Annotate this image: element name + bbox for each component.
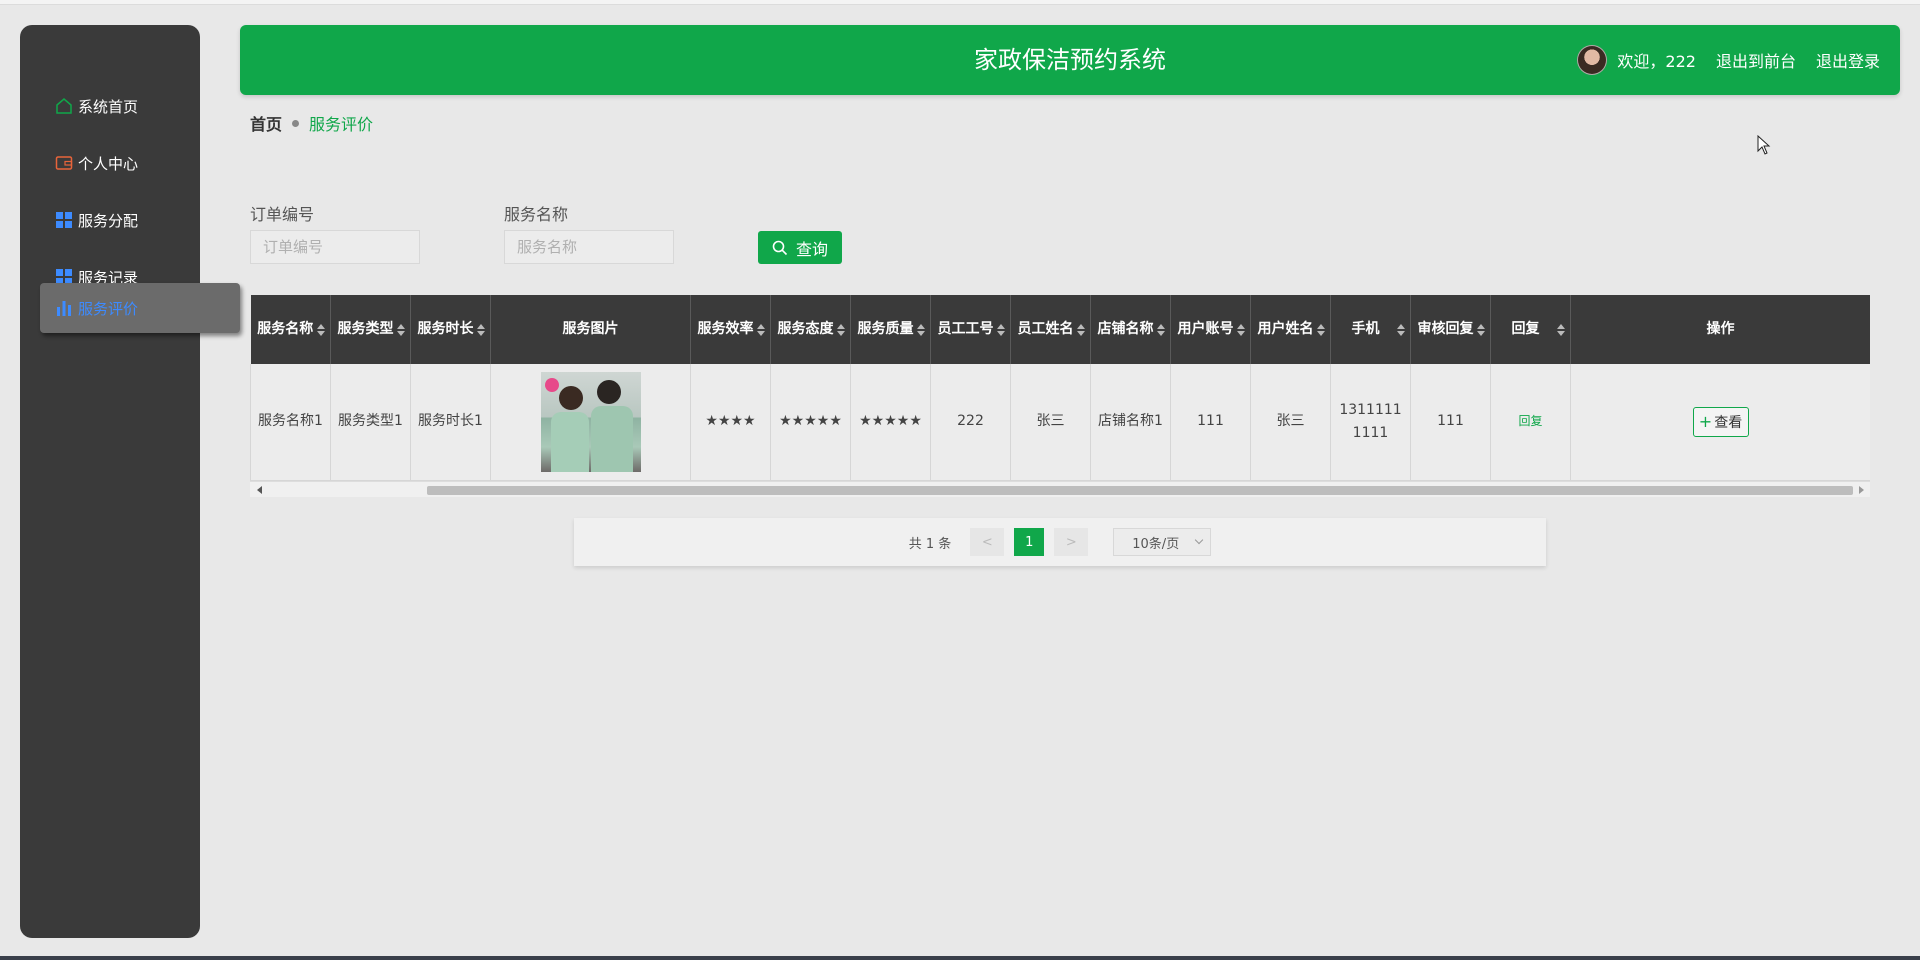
cell-service-image	[490, 364, 691, 481]
mouse-cursor-icon	[1757, 135, 1771, 155]
column-header[interactable]: 店铺名称	[1090, 295, 1171, 364]
service-photo[interactable]	[540, 371, 641, 472]
next-page-button[interactable]: >	[1054, 528, 1089, 556]
plus-icon: +	[1698, 412, 1713, 432]
column-header[interactable]: 用户姓名	[1250, 295, 1331, 364]
page-number-button[interactable]: 1	[1014, 528, 1045, 556]
breadcrumb-current: 服务评价	[309, 115, 374, 134]
window-bottom-border	[0, 956, 1920, 960]
bar-chart-icon	[54, 298, 74, 318]
sort-icon	[1557, 323, 1565, 336]
breadcrumb-separator	[292, 119, 300, 127]
chevron-down-icon	[1195, 535, 1204, 545]
sidebar-item-label: 服务分配	[78, 211, 139, 230]
column-header[interactable]: 服务效率	[690, 295, 771, 364]
sort-icon	[1237, 323, 1245, 336]
cell-user-name: 张三	[1250, 364, 1331, 481]
sort-icon	[1157, 323, 1165, 336]
breadcrumb: 首页 服务评价	[250, 111, 373, 135]
column-header[interactable]: 服务时长	[410, 295, 491, 364]
pagination-total: 共 1 条	[908, 536, 952, 552]
cell-review-reply: 111	[1410, 364, 1491, 481]
column-header[interactable]: 服务名称	[250, 295, 331, 364]
column-header[interactable]: 服务类型	[330, 295, 411, 364]
top-header: 家政保洁预约系统 欢迎，222 退出到前台 退出登录	[240, 25, 1900, 95]
sort-icon	[1317, 323, 1325, 336]
column-header: 操作	[1570, 295, 1870, 364]
sort-icon	[757, 323, 765, 336]
cell-reply: 回复	[1490, 364, 1571, 481]
window-top-border	[0, 0, 1920, 5]
cell-efficiency: ★★★★	[690, 364, 771, 481]
order-number-label: 订单编号	[250, 205, 315, 224]
sidebar-item-label: 服务评价	[78, 299, 139, 318]
scroll-left-icon[interactable]	[257, 486, 262, 494]
scroll-right-icon[interactable]	[1859, 486, 1864, 494]
sort-icon	[997, 323, 1005, 336]
sort-icon	[1397, 323, 1405, 336]
service-name-label: 服务名称	[504, 205, 569, 224]
grid-icon	[54, 210, 74, 230]
exit-to-front-link[interactable]: 退出到前台	[1716, 48, 1796, 72]
reply-link[interactable]: 回复	[1518, 414, 1542, 428]
order-number-input[interactable]	[250, 230, 420, 264]
view-button[interactable]: + 查看	[1692, 406, 1749, 437]
sidebar-item-label: 系统首页	[78, 97, 139, 116]
column-header[interactable]: 服务态度	[770, 295, 851, 364]
cell-phone: 13111111111	[1330, 364, 1411, 481]
column-header[interactable]: 员工工号	[930, 295, 1011, 364]
avatar	[1577, 45, 1608, 75]
sort-icon	[397, 323, 405, 336]
search-icon	[772, 240, 788, 256]
wallet-icon	[54, 153, 74, 173]
column-header: 服务图片	[490, 295, 691, 364]
cell-user-account: 111	[1170, 364, 1251, 481]
scrollbar-thumb[interactable]	[427, 486, 1853, 495]
breadcrumb-home[interactable]: 首页	[250, 111, 282, 135]
sidebar: 系统首页 个人中心 服务分配 服务记录 服务评价	[20, 25, 240, 938]
cell-service-name: 服务名称1	[250, 364, 331, 481]
sidebar-item-home[interactable]: 系统首页	[20, 82, 200, 130]
data-table: 服务名称 服务类型 服务时长 服务图片 服务效率 服务态度 服务质量 员工工号 …	[250, 295, 1870, 497]
search-button-label: 查询	[795, 239, 828, 259]
cell-duration: 服务时长1	[410, 364, 491, 481]
sort-icon	[917, 323, 925, 336]
sidebar-item-service-assign[interactable]: 服务分配	[20, 196, 200, 244]
cell-staff-name: 张三	[1010, 364, 1091, 481]
logout-link[interactable]: 退出登录	[1816, 48, 1880, 72]
cell-quality: ★★★★★	[850, 364, 931, 481]
sidebar-item-profile[interactable]: 个人中心	[20, 139, 200, 187]
sort-icon	[477, 323, 485, 336]
sidebar-item-service-review[interactable]: 服务评价	[40, 283, 240, 333]
prev-page-button[interactable]: <	[970, 528, 1005, 556]
column-header[interactable]: 回复	[1490, 295, 1571, 364]
sort-icon	[317, 323, 325, 336]
column-header[interactable]: 审核回复	[1410, 295, 1491, 364]
pagination: 共 1 条 < 1 > 10条/页	[574, 518, 1546, 566]
welcome-text: 欢迎，222	[1617, 52, 1696, 71]
cell-service-type: 服务类型1	[330, 364, 411, 481]
sort-icon	[1477, 323, 1485, 336]
column-header[interactable]: 服务质量	[850, 295, 931, 364]
sidebar-item-label: 个人中心	[78, 154, 139, 173]
cell-shop-name: 店铺名称1	[1090, 364, 1171, 481]
search-button[interactable]: 查询	[758, 231, 842, 264]
user-area: 欢迎，222 退出到前台 退出登录	[1577, 25, 1880, 95]
service-name-input[interactable]	[504, 230, 674, 264]
cell-attitude: ★★★★★	[770, 364, 851, 481]
column-header[interactable]: 员工姓名	[1010, 295, 1091, 364]
page-size-select[interactable]: 10条/页	[1113, 528, 1212, 556]
column-header[interactable]: 手机	[1330, 295, 1411, 364]
table-row: 服务名称1 服务类型1 服务时长1 ★★★★ ★★★★★ ★★★★★ 222 张…	[250, 364, 1870, 481]
sort-icon	[1077, 323, 1085, 336]
cell-actions: + 查看	[1570, 364, 1870, 481]
table-horizontal-scrollbar[interactable]	[250, 481, 1870, 497]
cell-staff-no: 222	[930, 364, 1011, 481]
table-header-row: 服务名称 服务类型 服务时长 服务图片 服务效率 服务态度 服务质量 员工工号 …	[250, 295, 1870, 364]
home-icon	[54, 96, 74, 116]
sort-icon	[837, 323, 845, 336]
column-header[interactable]: 用户账号	[1170, 295, 1251, 364]
